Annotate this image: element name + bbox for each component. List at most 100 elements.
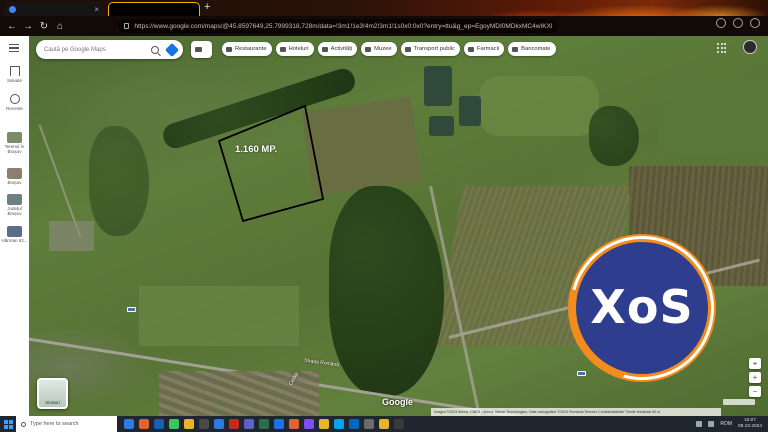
recent-place-3[interactable]: Hărman 62... xyxy=(0,226,29,243)
layers-label: Straturi xyxy=(45,400,60,405)
browser-toolbar: ← → ↻ ⌂ https://www.google.com/maps/@45.… xyxy=(0,16,768,36)
recent-place-label: Brașov xyxy=(7,180,22,185)
windows-taskbar: Type here to search ROM 15:07 08.10.2024 xyxy=(0,416,768,432)
zoom-out-button[interactable]: − xyxy=(749,386,761,397)
google-logo: Google xyxy=(382,397,413,407)
chip-museums[interactable]: Muzee xyxy=(361,42,397,56)
clock-date: 08.10.2024 xyxy=(737,424,762,429)
chip-hotels[interactable]: Hoteluri xyxy=(275,42,314,56)
taskbar-app-icon[interactable] xyxy=(139,419,149,429)
menu-icon[interactable] xyxy=(9,44,19,53)
taskbar-app-icon[interactable] xyxy=(184,419,194,429)
network-icon[interactable] xyxy=(696,421,703,427)
extension-icon[interactable] xyxy=(716,18,726,28)
chip-pharmacies[interactable]: Farmacii xyxy=(463,42,505,56)
recent-place-thumbnail xyxy=(7,194,22,205)
system-tray: ROM 15:07 08.10.2024 xyxy=(696,418,762,430)
recent-place-label: Hărman 62... xyxy=(1,238,28,243)
browser-tab-active[interactable] xyxy=(108,2,200,16)
chip-label: Restaurante xyxy=(235,46,267,52)
taskbar-search-input[interactable]: Type here to search xyxy=(30,421,79,427)
account-avatar[interactable] xyxy=(743,40,757,54)
chip-label: Farmacii xyxy=(476,46,500,52)
map-controls: ⌖ + − xyxy=(749,358,761,400)
taskbar-app-icon[interactable] xyxy=(259,419,269,429)
rail-saved-label: Salvate xyxy=(6,78,22,83)
chip-activities[interactable]: Activități xyxy=(317,42,358,56)
taskbar-app-icon[interactable] xyxy=(334,419,344,429)
taskbar-app-icon[interactable] xyxy=(394,419,404,429)
recent-place-2[interactable]: Județul Brașov xyxy=(0,194,29,216)
history-icon xyxy=(9,94,20,104)
volume-icon[interactable] xyxy=(708,421,715,427)
clock[interactable]: 15:07 08.10.2024 xyxy=(738,418,762,430)
recent-place-thumbnail xyxy=(7,226,22,237)
pharmacy-icon xyxy=(467,46,474,52)
layers-toggle[interactable]: Straturi xyxy=(37,378,68,409)
forward-button[interactable]: → xyxy=(20,21,36,32)
taskbar-app-icon[interactable] xyxy=(244,419,254,429)
chip-restaurants[interactable]: Restaurante xyxy=(222,42,272,56)
taskbar-app-icon[interactable] xyxy=(274,419,284,429)
hotel-icon xyxy=(279,46,286,52)
new-tab-button[interactable]: + xyxy=(204,1,210,13)
taskbar-app-icon[interactable] xyxy=(289,419,299,429)
map-type-button[interactable] xyxy=(191,41,212,58)
tab-close-icon[interactable]: × xyxy=(94,5,99,14)
zoom-in-button[interactable]: + xyxy=(749,372,761,383)
tab-favicon-icon xyxy=(9,5,16,13)
taskbar-app-icon[interactable] xyxy=(364,419,374,429)
taskbar-app-icon[interactable] xyxy=(304,419,314,429)
recent-place-1[interactable]: Brașov xyxy=(0,168,29,185)
taskbar-app-icon[interactable] xyxy=(124,419,134,429)
address-bar[interactable]: https://www.google.com/maps/@45.8597649,… xyxy=(118,19,558,33)
taskbar-app-icon[interactable] xyxy=(214,419,224,429)
search-box[interactable]: Caută pe Google Maps xyxy=(36,40,183,59)
rail-recent[interactable]: Recente xyxy=(0,94,29,111)
chip-label: Activități xyxy=(330,46,353,52)
chip-transit[interactable]: Transport public xyxy=(400,42,460,56)
chip-label: Muzee xyxy=(374,46,392,52)
route-badge xyxy=(577,371,586,376)
reload-button[interactable]: ↻ xyxy=(36,21,52,32)
activities-icon xyxy=(321,46,328,52)
recent-place-label: Terenul în Brașov xyxy=(4,144,25,154)
recent-place-label: Județul Brașov xyxy=(7,206,22,216)
chip-atms[interactable]: Bancomate xyxy=(508,42,556,56)
search-input[interactable]: Caută pe Google Maps xyxy=(44,47,151,53)
search-icon xyxy=(21,421,26,427)
museum-icon xyxy=(365,46,372,52)
satellite-map[interactable]: 1.160 MP. Strada Română Cetății Caută pe… xyxy=(29,36,768,416)
bookmark-icon xyxy=(9,66,20,76)
taskbar-app-icon[interactable] xyxy=(199,419,209,429)
google-apps-icon[interactable] xyxy=(717,43,727,53)
browser-tab[interactable]: × xyxy=(4,2,104,16)
recent-place-0[interactable]: Terenul în Brașov xyxy=(0,132,29,154)
home-button[interactable]: ⌂ xyxy=(52,21,68,32)
taskbar-app-icon[interactable] xyxy=(319,419,329,429)
directions-icon[interactable] xyxy=(164,42,180,57)
taskbar-app-icon[interactable] xyxy=(379,419,389,429)
atm-icon xyxy=(512,46,519,52)
route-badge xyxy=(127,307,136,312)
profile-icon[interactable] xyxy=(733,18,743,28)
back-button[interactable]: ← xyxy=(4,21,20,32)
taskbar-app-icon[interactable] xyxy=(169,419,179,429)
pegman-icon[interactable]: ⌖ xyxy=(749,358,761,369)
chip-label: Hoteluri xyxy=(288,46,309,52)
parcel-area-label: 1.160 MP. xyxy=(235,144,278,155)
taskbar-app-icon[interactable] xyxy=(349,419,359,429)
windows-start-icon[interactable] xyxy=(0,416,16,432)
settings-icon[interactable] xyxy=(750,18,760,28)
taskbar-app-icon[interactable] xyxy=(154,419,164,429)
xos-logo-text: XoS xyxy=(590,280,694,334)
rail-saved[interactable]: Salvate xyxy=(0,66,29,83)
search-icon[interactable] xyxy=(151,45,159,54)
language-indicator[interactable]: ROM xyxy=(720,421,732,427)
taskbar-app-icon[interactable] xyxy=(229,419,239,429)
taskbar-search[interactable]: Type here to search xyxy=(16,416,117,432)
browser-tab-strip: × + xyxy=(0,0,768,16)
url-text: https://www.google.com/maps/@45.8597649,… xyxy=(134,22,552,30)
map-attribution[interactable]: Imagini ©2024 Airbus, CNES / Airbus, Max… xyxy=(431,408,721,416)
browser-extensions xyxy=(716,18,760,28)
